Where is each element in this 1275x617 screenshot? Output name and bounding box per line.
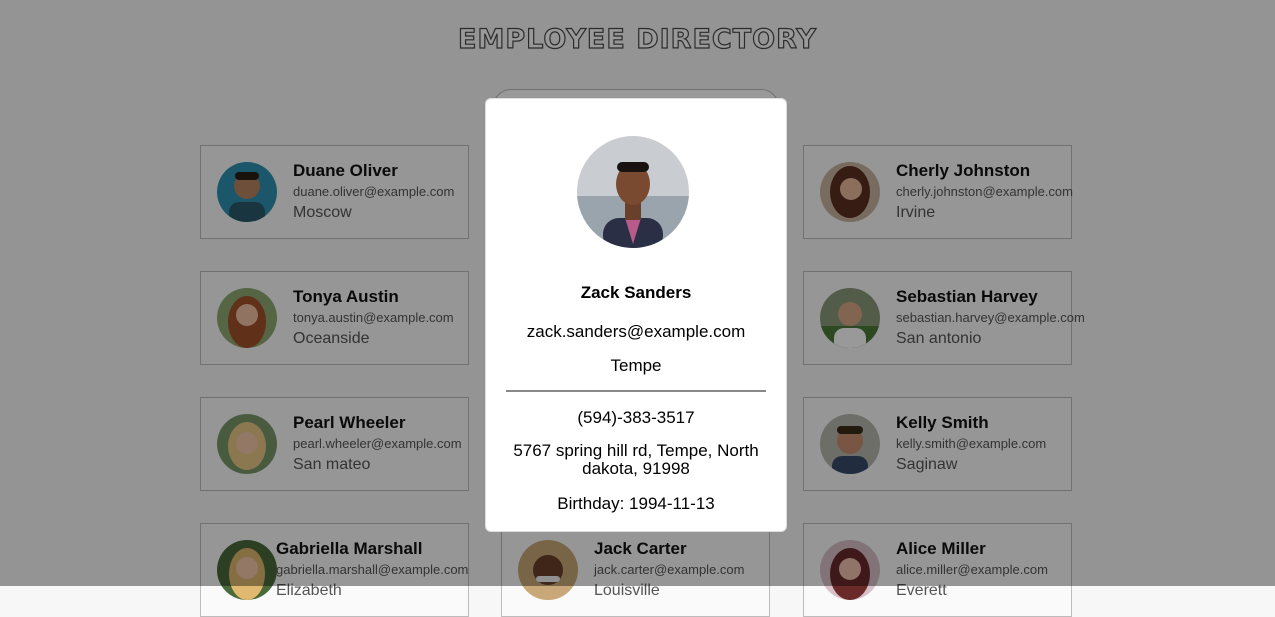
modal-email: zack.sanders@example.com	[526, 322, 746, 341]
employee-directory-page: EMPLOYEE DIRECTORY Duane Oliver duane.ol…	[0, 0, 1275, 617]
modal-birthday: Birthday: 1994-11-13	[557, 494, 715, 513]
modal-address: 5767 spring hill rd, Tempe, North dakota…	[513, 441, 759, 478]
modal-city: Tempe	[610, 356, 662, 375]
modal-name: Zack Sanders	[580, 283, 692, 302]
modal-phone: (594)-383-3517	[577, 408, 695, 427]
employee-modal: Zack Sanders zack.sanders@example.com Te…	[485, 98, 787, 532]
modal-avatar	[577, 136, 689, 248]
modal-divider	[506, 390, 766, 392]
